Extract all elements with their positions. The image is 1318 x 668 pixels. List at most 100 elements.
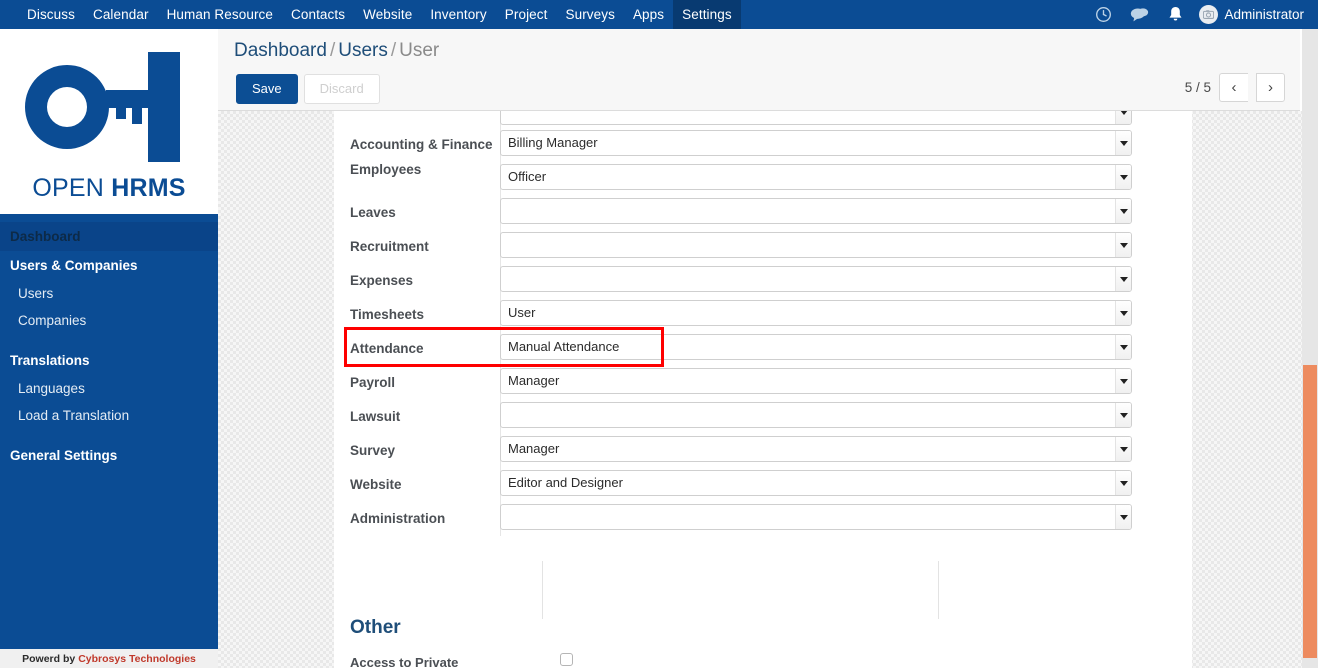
field-control-attendance[interactable]: Manual Attendance (500, 331, 1140, 360)
sidebar-item-users[interactable]: Users (0, 280, 218, 307)
sidebar-item-companies[interactable]: Companies (0, 307, 218, 334)
page-scrollbar-thumb[interactable] (1303, 365, 1317, 658)
table-row: Administration (334, 501, 1192, 535)
select-timesheets[interactable]: User (500, 300, 1132, 326)
chevron-down-icon[interactable] (1115, 301, 1131, 325)
nav-item-inventory[interactable]: Inventory (421, 0, 495, 29)
field-label-expenses: Expenses (350, 273, 414, 288)
field-control-leaves[interactable] (500, 195, 1140, 224)
sidebar-gap-1 (0, 334, 218, 346)
table-row: Website Editor and Designer (334, 467, 1192, 501)
chevron-down-icon[interactable] (1115, 471, 1131, 495)
select-value: Manager (508, 441, 560, 456)
field-label (334, 111, 500, 120)
user-menu[interactable]: Administrator (1195, 0, 1310, 29)
discard-button[interactable]: Discard (303, 74, 380, 104)
messages-icon[interactable] (1123, 0, 1155, 29)
sidebar: OPEN HRMS Dashboard Users & Companies Us… (0, 29, 218, 668)
field-control-accounting-finance[interactable]: Billing Manager (500, 127, 1140, 156)
chevron-down-icon[interactable] (1115, 233, 1131, 257)
select-clipped[interactable] (500, 111, 1132, 125)
select-leaves[interactable] (500, 198, 1132, 224)
footer-brand-link[interactable]: Cybrosys Technologies (78, 653, 196, 665)
sidebar-item-users-and-companies[interactable]: Users & Companies (0, 251, 218, 280)
select-attendance[interactable]: Manual Attendance (500, 334, 1132, 360)
breadcrumb-dashboard[interactable]: Dashboard (234, 40, 327, 61)
breadcrumb-users[interactable]: Users (338, 40, 388, 61)
lower-divider-right (938, 561, 939, 619)
sidebar-item-languages[interactable]: Languages (0, 375, 218, 402)
breadcrumb-separator-1: / (329, 40, 336, 61)
chevron-down-icon[interactable] (1115, 403, 1131, 427)
brand-wordmark: OPEN HRMS (32, 174, 185, 203)
field-control-survey[interactable]: Manager (500, 433, 1140, 462)
access-private-addresses-checkbox[interactable] (560, 653, 573, 666)
save-button[interactable]: Save (236, 74, 298, 104)
field-control-website[interactable]: Editor and Designer (500, 467, 1140, 496)
select-accounting-finance[interactable]: Billing Manager (500, 130, 1132, 156)
table-row: Payroll Manager (334, 365, 1192, 399)
chevron-down-icon[interactable] (1115, 505, 1131, 529)
table-row: Employees Officer (334, 161, 1192, 195)
field-control-employees[interactable]: Officer (500, 161, 1140, 190)
field-control[interactable] (500, 111, 1140, 125)
sidebar-item-general-settings[interactable]: General Settings (0, 441, 218, 470)
chevron-down-icon[interactable] (1115, 335, 1131, 359)
field-control-payroll[interactable]: Manager (500, 365, 1140, 394)
nav-item-discuss[interactable]: Discuss (18, 0, 84, 29)
chevron-down-icon[interactable] (1115, 267, 1131, 291)
sidebar-item-load-a-translation[interactable]: Load a Translation (0, 402, 218, 429)
pager-next-button[interactable]: › (1256, 73, 1285, 102)
chevron-down-icon[interactable] (1115, 199, 1131, 223)
nav-item-settings[interactable]: Settings (673, 0, 741, 29)
table-row (334, 111, 1192, 127)
select-website[interactable]: Editor and Designer (500, 470, 1132, 496)
chevron-down-icon[interactable] (1115, 165, 1131, 189)
table-row: Expenses (334, 263, 1192, 297)
sidebar-item-dashboard[interactable]: Dashboard (0, 222, 218, 251)
table-row: Recruitment (334, 229, 1192, 263)
pager-previous-button[interactable]: ‹ (1219, 73, 1248, 102)
field-control-lawsuit[interactable] (500, 399, 1140, 428)
nav-item-project[interactable]: Project (496, 0, 557, 29)
chevron-down-icon[interactable] (1115, 111, 1131, 124)
field-label-administration: Administration (350, 511, 446, 526)
pager-count: 5 / 5 (1184, 80, 1211, 95)
chevron-down-icon[interactable] (1115, 131, 1131, 155)
field-control-recruitment[interactable] (500, 229, 1140, 258)
select-value: Officer (508, 169, 547, 184)
lower-divider-left (542, 561, 543, 619)
clock-icon[interactable] (1087, 0, 1119, 29)
select-employees[interactable]: Officer (500, 164, 1132, 190)
select-survey[interactable]: Manager (500, 436, 1132, 462)
nav-item-human-resource[interactable]: Human Resource (158, 0, 282, 29)
brand-hrms: HRMS (111, 173, 186, 202)
field-label-payroll: Payroll (350, 375, 396, 390)
footer-powered-text: Powerd by (22, 652, 76, 665)
select-value: Billing Manager (508, 135, 598, 150)
field-control-expenses[interactable] (500, 263, 1140, 292)
nav-item-contacts[interactable]: Contacts (282, 0, 354, 29)
table-row: Accounting & Finance Billing Manager (334, 127, 1192, 161)
select-payroll[interactable]: Manager (500, 368, 1132, 394)
select-administration[interactable] (500, 504, 1132, 530)
select-recruitment[interactable] (500, 232, 1132, 258)
nav-item-surveys[interactable]: Surveys (556, 0, 623, 29)
select-value: Manager (508, 373, 560, 388)
select-value: User (508, 305, 536, 320)
field-control-timesheets[interactable]: User (500, 297, 1140, 326)
chevron-down-icon[interactable] (1115, 369, 1131, 393)
field-label-attendance: Attendance (350, 341, 424, 356)
select-lawsuit[interactable] (500, 402, 1132, 428)
chevron-down-icon[interactable] (1115, 437, 1131, 461)
nav-item-website[interactable]: Website (354, 0, 421, 29)
bell-icon[interactable] (1159, 0, 1191, 29)
field-control-administration[interactable] (500, 501, 1140, 530)
access-private-addresses-row: Access to Private Addresses (350, 653, 1170, 668)
nav-item-calendar[interactable]: Calendar (84, 0, 158, 29)
select-value: Editor and Designer (508, 475, 623, 490)
sidebar-item-translations[interactable]: Translations (0, 346, 218, 375)
select-expenses[interactable] (500, 266, 1132, 292)
nav-item-apps[interactable]: Apps (624, 0, 673, 29)
